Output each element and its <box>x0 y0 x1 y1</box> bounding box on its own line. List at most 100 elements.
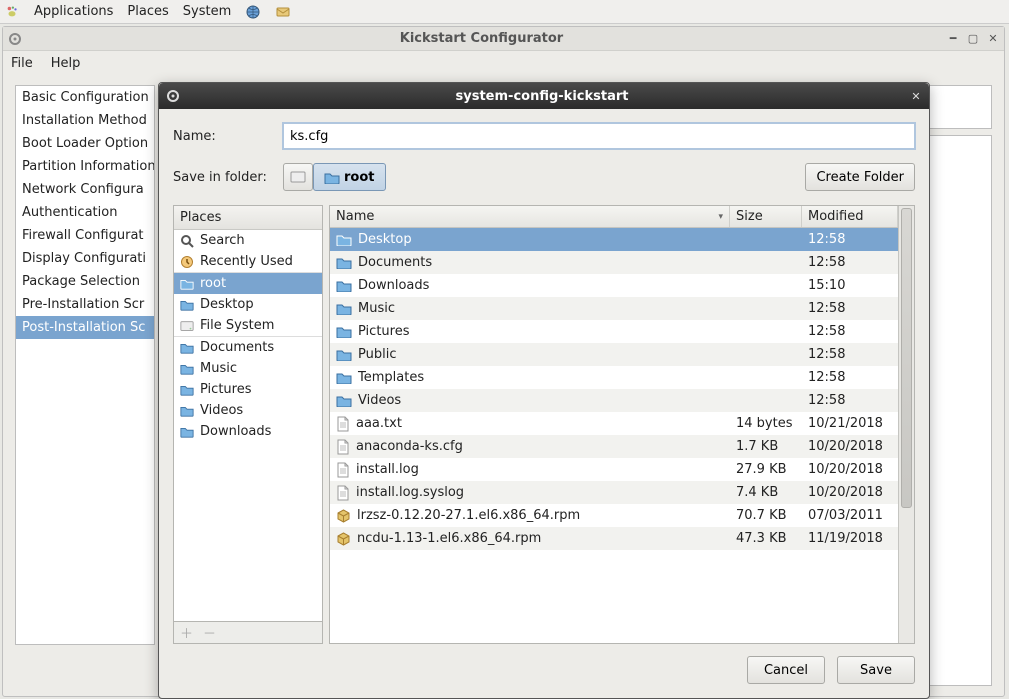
dialog-app-icon <box>165 88 181 104</box>
gnome-panel: Applications Places System <box>0 0 1009 24</box>
file-size: 14 bytes <box>730 416 802 431</box>
file-row[interactable]: Public12:58 <box>330 343 898 366</box>
path-segment-root[interactable]: root <box>313 163 386 191</box>
file-row[interactable]: Videos12:58 <box>330 389 898 412</box>
file-row[interactable]: Downloads15:10 <box>330 274 898 297</box>
folder-icon <box>180 341 194 355</box>
file-row[interactable]: lrzsz-0.12.20-27.1.el6.x86_64.rpm70.7 KB… <box>330 504 898 527</box>
file-modified: 12:58 <box>802 232 898 247</box>
column-header-modified[interactable]: Modified <box>802 206 898 227</box>
places-item-label: Videos <box>200 403 243 418</box>
mail-icon[interactable] <box>275 4 291 20</box>
save-button[interactable]: Save <box>837 656 915 684</box>
close-button[interactable]: ✕ <box>986 32 1000 46</box>
column-header-name[interactable]: Name ▾ <box>330 206 730 227</box>
dialog-titlebar[interactable]: system-config-kickstart ✕ <box>159 83 929 109</box>
file-list-scrollbar[interactable] <box>898 206 914 643</box>
file-size: 47.3 KB <box>730 531 802 546</box>
file-row[interactable]: Templates12:58 <box>330 366 898 389</box>
places-item[interactable]: Search <box>174 230 322 251</box>
section-item[interactable]: Installation Method <box>16 109 154 132</box>
section-item[interactable]: Display Configurati <box>16 247 154 270</box>
file-row[interactable]: Documents12:58 <box>330 251 898 274</box>
section-item[interactable]: Authentication <box>16 201 154 224</box>
file-icon <box>336 485 350 501</box>
file-list-header[interactable]: Name ▾ Size Modified <box>330 206 898 228</box>
panel-menu-system[interactable]: System <box>183 4 231 19</box>
parent-folder-button[interactable] <box>283 163 313 191</box>
section-item[interactable]: Network Configura <box>16 178 154 201</box>
folder-icon <box>336 256 352 269</box>
places-sidebar: Places SearchRecently UsedrootDesktopFil… <box>173 205 323 644</box>
create-folder-button[interactable]: Create Folder <box>805 163 915 191</box>
column-header-size[interactable]: Size <box>730 206 802 227</box>
folder-icon <box>336 348 352 361</box>
file-name: ncdu-1.13-1.el6.x86_64.rpm <box>357 531 541 546</box>
panel-menu-applications[interactable]: Applications <box>34 4 113 19</box>
places-item[interactable]: root <box>174 272 322 294</box>
file-rows[interactable]: Desktop12:58Documents12:58Downloads15:10… <box>330 228 898 643</box>
file-name: anaconda-ks.cfg <box>356 439 463 454</box>
main-window-titlebar[interactable]: Kickstart Configurator ━ ▢ ✕ <box>3 27 1004 51</box>
file-size: 70.7 KB <box>730 508 802 523</box>
folder-icon <box>180 383 194 397</box>
folder-icon <box>336 325 352 338</box>
scrollbar-thumb[interactable] <box>901 208 912 508</box>
file-row[interactable]: anaconda-ks.cfg 1.7 KB10/20/2018 <box>330 435 898 458</box>
file-name: Music <box>358 301 395 316</box>
section-item[interactable]: Package Selection <box>16 270 154 293</box>
file-row[interactable]: Music 12:58 <box>330 297 898 320</box>
save-in-folder-label: Save in folder: <box>173 170 283 185</box>
section-item[interactable]: Firewall Configurat <box>16 224 154 247</box>
file-row[interactable]: Pictures12:58 <box>330 320 898 343</box>
file-row[interactable]: install.log27.9 KB10/20/2018 <box>330 458 898 481</box>
file-name: Videos <box>358 393 401 408</box>
menu-file[interactable]: File <box>11 56 33 71</box>
section-item[interactable]: Boot Loader Option <box>16 132 154 155</box>
section-item[interactable]: Partition Information <box>16 155 154 178</box>
package-icon <box>336 531 351 546</box>
places-item[interactable]: File System <box>174 315 322 336</box>
file-name: Documents <box>358 255 432 270</box>
file-row[interactable]: Desktop12:58 <box>330 228 898 251</box>
add-bookmark-icon[interactable]: ＋ <box>180 623 193 642</box>
dialog-close-button[interactable]: ✕ <box>909 89 923 103</box>
file-row[interactable]: aaa.txt14 bytes10/21/2018 <box>330 412 898 435</box>
maximize-button[interactable]: ▢ <box>966 32 980 46</box>
file-modified: 10/20/2018 <box>802 439 898 454</box>
remove-bookmark-icon[interactable]: － <box>203 623 216 642</box>
browser-icon[interactable] <box>245 4 261 20</box>
folder-icon <box>336 233 352 246</box>
places-item[interactable]: Recently Used <box>174 251 322 272</box>
section-item[interactable]: Post-Installation Sc <box>16 316 154 339</box>
menu-help[interactable]: Help <box>51 56 81 71</box>
filename-input[interactable] <box>283 123 915 149</box>
folder-icon <box>336 394 352 407</box>
section-item[interactable]: Basic Configuration <box>16 86 154 109</box>
places-header: Places <box>174 206 322 230</box>
minimize-button[interactable]: ━ <box>946 32 960 46</box>
app-icon <box>7 31 23 47</box>
places-item[interactable]: Desktop <box>174 294 322 315</box>
file-size: 1.7 KB <box>730 439 802 454</box>
places-item[interactable]: Pictures <box>174 379 322 400</box>
places-item-label: Music <box>200 361 237 376</box>
places-item[interactable]: Music <box>174 358 322 379</box>
file-row[interactable]: ncdu-1.13-1.el6.x86_64.rpm47.3 KB11/19/2… <box>330 527 898 550</box>
save-file-dialog: system-config-kickstart ✕ Name: Save in … <box>158 82 930 699</box>
panel-menu-places[interactable]: Places <box>127 4 168 19</box>
section-item[interactable]: Pre-Installation Scr <box>16 293 154 316</box>
places-item[interactable]: Downloads <box>174 421 322 442</box>
file-name: install.log.syslog <box>356 485 464 500</box>
file-modified: 10/20/2018 <box>802 462 898 477</box>
places-item[interactable]: Documents <box>174 336 322 358</box>
places-item-label: Pictures <box>200 382 251 397</box>
file-size: 7.4 KB <box>730 485 802 500</box>
file-modified: 12:58 <box>802 301 898 316</box>
folder-icon <box>180 362 194 376</box>
places-list[interactable]: Places SearchRecently UsedrootDesktopFil… <box>173 205 323 622</box>
places-item[interactable]: Videos <box>174 400 322 421</box>
section-list[interactable]: Basic ConfigurationInstallation MethodBo… <box>15 85 155 645</box>
file-row[interactable]: install.log.syslog7.4 KB10/20/2018 <box>330 481 898 504</box>
cancel-button[interactable]: Cancel <box>747 656 825 684</box>
